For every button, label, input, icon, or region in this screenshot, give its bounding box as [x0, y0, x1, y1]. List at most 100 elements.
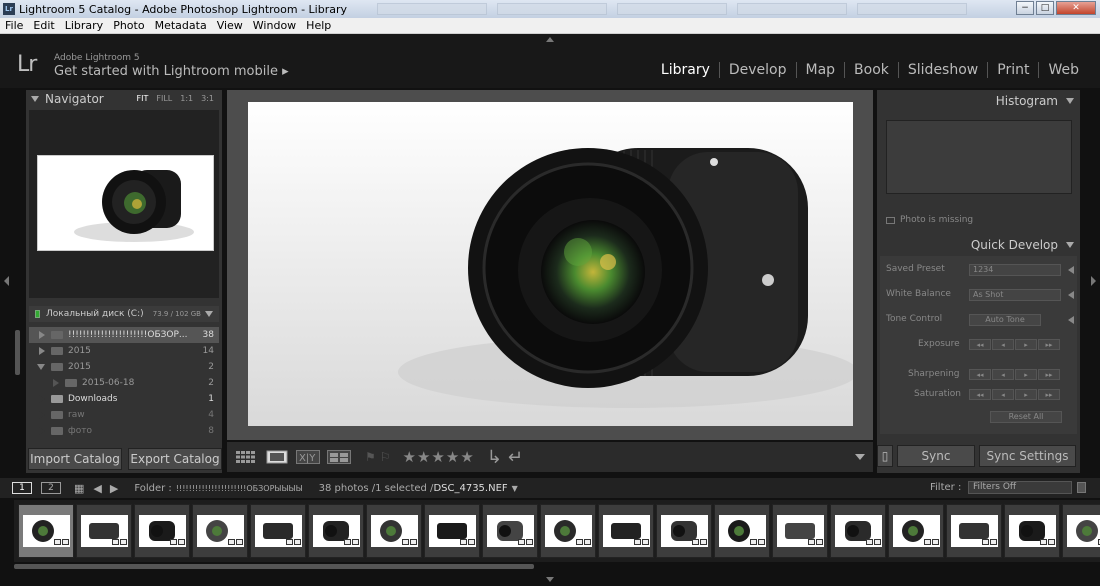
- filmstrip-thumbnail[interactable]: [888, 504, 944, 558]
- export-catalog-button[interactable]: Export Catalog: [128, 448, 222, 470]
- exposure-increase-large[interactable]: ▸▸: [1038, 339, 1060, 350]
- import-catalog-button[interactable]: Import Catalog: [28, 448, 122, 470]
- folder-row[interactable]: Downloads 1: [29, 391, 219, 407]
- saturation-increase-large[interactable]: ▸▸: [1038, 389, 1060, 400]
- folder-row[interactable]: !!!!!!!!!!!!!!!!!!!!!!ОБЗОР... 38: [29, 327, 219, 343]
- filmstrip-thumbnail[interactable]: [1062, 504, 1100, 558]
- close-button[interactable]: ✕: [1056, 1, 1096, 15]
- collapse-triangle-icon[interactable]: [37, 364, 45, 370]
- right-panel-toggle-icon[interactable]: [1091, 276, 1096, 286]
- forward-arrow-icon[interactable]: ▶: [110, 482, 118, 495]
- filmstrip-thumbnail[interactable]: [76, 504, 132, 558]
- sharpening-increase-large[interactable]: ▸▸: [1038, 369, 1060, 380]
- expand-left-icon[interactable]: [1068, 316, 1074, 324]
- saved-preset-select[interactable]: 1234: [969, 264, 1061, 276]
- main-photo[interactable]: [248, 102, 853, 426]
- navigator-thumbnail[interactable]: [37, 155, 214, 251]
- folder-row[interactable]: raw 4: [29, 407, 219, 423]
- flag-pick-icon[interactable]: ⚑: [365, 450, 376, 464]
- menu-photo[interactable]: Photo: [108, 19, 149, 32]
- sharpening-decrease-large[interactable]: ◂◂: [969, 369, 991, 380]
- module-slideshow[interactable]: Slideshow: [897, 62, 987, 78]
- expand-triangle-icon[interactable]: [39, 331, 45, 339]
- grid-icon[interactable]: ▦: [74, 482, 84, 495]
- module-book[interactable]: Book: [844, 62, 898, 78]
- filmstrip-thumbnail[interactable]: [1004, 504, 1060, 558]
- expand-left-icon[interactable]: [1068, 266, 1074, 274]
- filmstrip-thumbnail[interactable]: [540, 504, 596, 558]
- filmstrip-thumbnail[interactable]: [366, 504, 422, 558]
- folder-row[interactable]: 2015-06-18 2: [29, 375, 219, 391]
- exposure-decrease[interactable]: ◂: [992, 339, 1014, 350]
- sync-settings-button[interactable]: Sync Settings: [979, 445, 1076, 467]
- saturation-increase[interactable]: ▸: [1015, 389, 1037, 400]
- rotate-right-icon[interactable]: ↵: [508, 447, 523, 468]
- menu-library[interactable]: Library: [60, 19, 108, 32]
- quick-develop-header[interactable]: Quick Develop: [877, 234, 1080, 256]
- folder-row[interactable]: 2015 2: [29, 359, 219, 375]
- filmstrip-thumbnail[interactable]: [714, 504, 770, 558]
- exposure-decrease-large[interactable]: ◂◂: [969, 339, 991, 350]
- filmstrip-thumbnail[interactable]: [424, 504, 480, 558]
- folder-row[interactable]: фото 8: [29, 423, 219, 439]
- menu-help[interactable]: Help: [301, 19, 336, 32]
- navigator-preview[interactable]: [29, 110, 219, 298]
- menu-metadata[interactable]: Metadata: [150, 19, 212, 32]
- left-panel-toggle-icon[interactable]: [4, 276, 9, 286]
- filmstrip-thumbnail[interactable]: [18, 504, 74, 558]
- module-web[interactable]: Web: [1038, 62, 1088, 78]
- expand-triangle-icon[interactable]: [53, 379, 59, 387]
- survey-view-icon[interactable]: [327, 449, 351, 465]
- back-arrow-icon[interactable]: ◀: [93, 482, 101, 495]
- module-develop[interactable]: Develop: [718, 62, 796, 78]
- saturation-decrease-large[interactable]: ◂◂: [969, 389, 991, 400]
- saturation-decrease[interactable]: ◂: [992, 389, 1014, 400]
- loupe-view-icon[interactable]: [265, 449, 289, 465]
- filename-dropdown-icon[interactable]: ▼: [512, 484, 518, 493]
- filmstrip-thumbnail[interactable]: [482, 504, 538, 558]
- primary-window-button[interactable]: 1: [12, 482, 32, 494]
- menu-window[interactable]: Window: [248, 19, 301, 32]
- sync-button[interactable]: Sync: [897, 445, 975, 467]
- minimize-button[interactable]: −: [1016, 1, 1034, 15]
- zoom-fill[interactable]: FILL: [156, 94, 172, 103]
- menu-edit[interactable]: Edit: [28, 19, 59, 32]
- module-print[interactable]: Print: [987, 62, 1038, 78]
- star-rating[interactable]: ★★★★★: [403, 448, 475, 466]
- zoom-1-1[interactable]: 1:1: [180, 94, 193, 103]
- zoom-fit[interactable]: FIT: [137, 94, 149, 103]
- exposure-increase[interactable]: ▸: [1015, 339, 1037, 350]
- grid-view-icon[interactable]: [234, 449, 258, 465]
- filmstrip-thumbnail[interactable]: [946, 504, 1002, 558]
- navigator-header[interactable]: Navigator FIT FILL 1:1 3:1: [26, 90, 222, 108]
- volume-bar[interactable]: Локальный диск (C:) 73.9 / 102 GB: [29, 306, 219, 322]
- top-panel-toggle-icon[interactable]: [546, 37, 554, 42]
- filmstrip-thumbnail[interactable]: [134, 504, 190, 558]
- rotate-left-icon[interactable]: ↳: [487, 447, 502, 468]
- filmstrip-thumbnail[interactable]: [308, 504, 364, 558]
- lightroom-mobile-link[interactable]: Get started with Lightroom mobile ▸: [54, 64, 289, 79]
- filmstrip-thumbnail[interactable]: [192, 504, 248, 558]
- expand-left-icon[interactable]: [1068, 291, 1074, 299]
- secondary-window-button[interactable]: 2: [41, 482, 61, 494]
- compare-view-icon[interactable]: X|Y: [296, 449, 320, 465]
- menu-file[interactable]: File: [0, 19, 28, 32]
- zoom-3-1[interactable]: 3:1: [201, 94, 214, 103]
- filmstrip-thumbnail[interactable]: [830, 504, 886, 558]
- menu-view[interactable]: View: [212, 19, 248, 32]
- maximize-button[interactable]: □: [1036, 1, 1054, 15]
- filter-select[interactable]: Filters Off: [968, 481, 1072, 494]
- filmstrip-thumbnail[interactable]: [598, 504, 654, 558]
- reset-all-button[interactable]: Reset All: [990, 411, 1062, 423]
- histogram-header[interactable]: Histogram: [877, 90, 1080, 112]
- white-balance-select[interactable]: As Shot: [969, 289, 1061, 301]
- left-panel-scrollbar[interactable]: [15, 330, 20, 375]
- filmstrip-toggle-icon[interactable]: [546, 577, 554, 582]
- folder-source[interactable]: !!!!!!!!!!!!!!!!!!!!!!ОБЗОРЫЫЫЫ: [176, 484, 303, 493]
- filmstrip-scrollbar[interactable]: [14, 564, 534, 569]
- filmstrip-thumbnail[interactable]: [656, 504, 712, 558]
- filmstrip-thumbnail[interactable]: [250, 504, 306, 558]
- expand-triangle-icon[interactable]: [39, 411, 45, 419]
- sharpening-decrease[interactable]: ◂: [992, 369, 1014, 380]
- auto-tone-button[interactable]: Auto Tone: [969, 314, 1041, 326]
